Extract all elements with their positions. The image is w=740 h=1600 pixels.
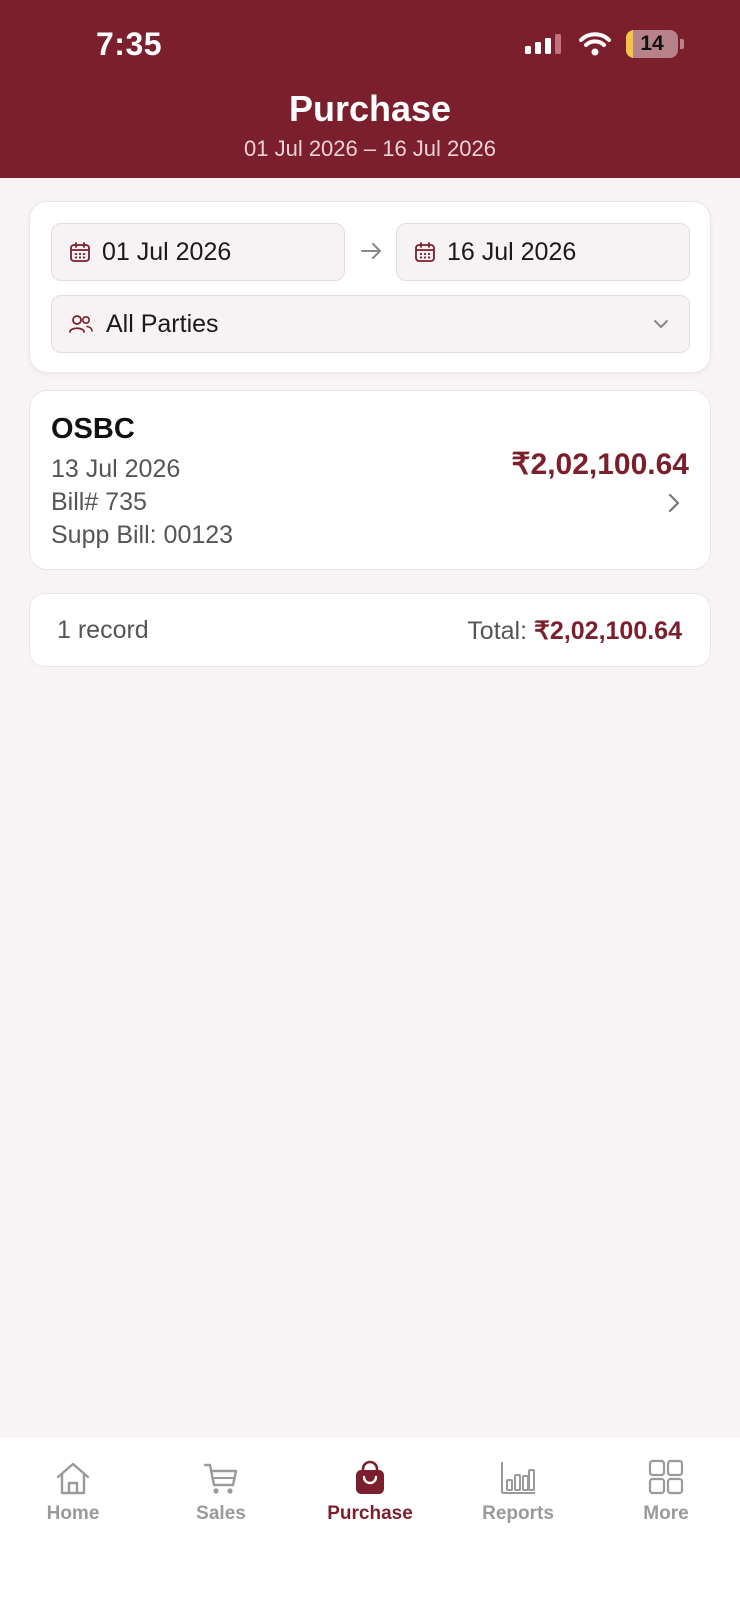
party-filter-value: All Parties (106, 309, 219, 338)
purchase-bill-number: Bill# 735 (51, 488, 147, 516)
chevron-right-icon (668, 493, 680, 513)
wifi-icon (579, 32, 611, 56)
chevron-down-icon (654, 320, 668, 328)
status-time: 7:35 (96, 26, 163, 62)
to-date-picker[interactable]: 16 Jul 2026 (396, 223, 690, 281)
calendar-icon (415, 242, 435, 262)
page-title: Purchase (288, 88, 452, 129)
tab-home[interactable]: Home (13, 1459, 133, 1525)
page-subtitle: 01 Jul 2026 – 16 Jul 2026 (244, 136, 496, 161)
purchase-list-item[interactable]: OSBC 13 Jul 2026 Bill# 735 Supp Bill: 00… (29, 390, 711, 570)
status-bar: 7:35 14 (0, 0, 740, 90)
battery-icon: 14 (626, 30, 678, 58)
tab-sales-label: Sales (196, 1503, 246, 1524)
arrow-right-icon (361, 243, 381, 259)
to-date-value: 16 Jul 2026 (447, 237, 577, 266)
shopping-bag-icon (356, 1460, 384, 1494)
battery-tip (680, 39, 684, 49)
tab-purchase[interactable]: Purchase (310, 1459, 430, 1525)
tab-more[interactable]: More (606, 1459, 726, 1525)
cellular-signal-icon (525, 34, 561, 54)
tab-purchase-label: Purchase (327, 1503, 413, 1524)
from-date-value: 01 Jul 2026 (102, 237, 232, 266)
filter-card: 01 Jul 2026 16 Jul 2026 All Parties (29, 201, 711, 373)
purchase-party-name: OSBC (51, 413, 135, 445)
purchase-supplier-bill: Supp Bill: 00123 (51, 521, 234, 549)
calendar-icon (70, 242, 90, 262)
purchase-amount: ₹2,02,100.64 (511, 448, 689, 481)
record-count: 1 record (57, 616, 149, 644)
cart-icon (203, 1463, 238, 1494)
home-icon (56, 1462, 90, 1495)
tab-reports[interactable]: Reports (458, 1459, 578, 1525)
app-header: 7:35 14 Purchase 01 Jul 2026 – 16 Jul 20… (0, 0, 740, 178)
bar-chart-icon (501, 1462, 535, 1494)
battery-percent: 14 (640, 32, 664, 55)
summary-bar: 1 record Total: ₹2,02,100.64 (29, 593, 711, 667)
users-icon (69, 315, 93, 333)
tab-sales[interactable]: Sales (161, 1459, 281, 1525)
total-summary: Total: ₹2,02,100.64 (467, 616, 682, 646)
total-amount: ₹2,02,100.64 (534, 617, 682, 645)
party-filter-select[interactable]: All Parties (51, 295, 690, 353)
tab-more-label: More (643, 1503, 689, 1524)
grid-icon (648, 1459, 684, 1495)
status-icons: 14 (524, 30, 684, 58)
tab-reports-label: Reports (482, 1503, 554, 1524)
purchase-date: 13 Jul 2026 (51, 455, 181, 483)
tab-home-label: Home (46, 1503, 100, 1524)
from-date-picker[interactable]: 01 Jul 2026 (51, 223, 345, 281)
bottom-tab-bar: Home Sales Purchase Reports More (0, 1436, 740, 1600)
total-label: Total: (467, 617, 528, 645)
